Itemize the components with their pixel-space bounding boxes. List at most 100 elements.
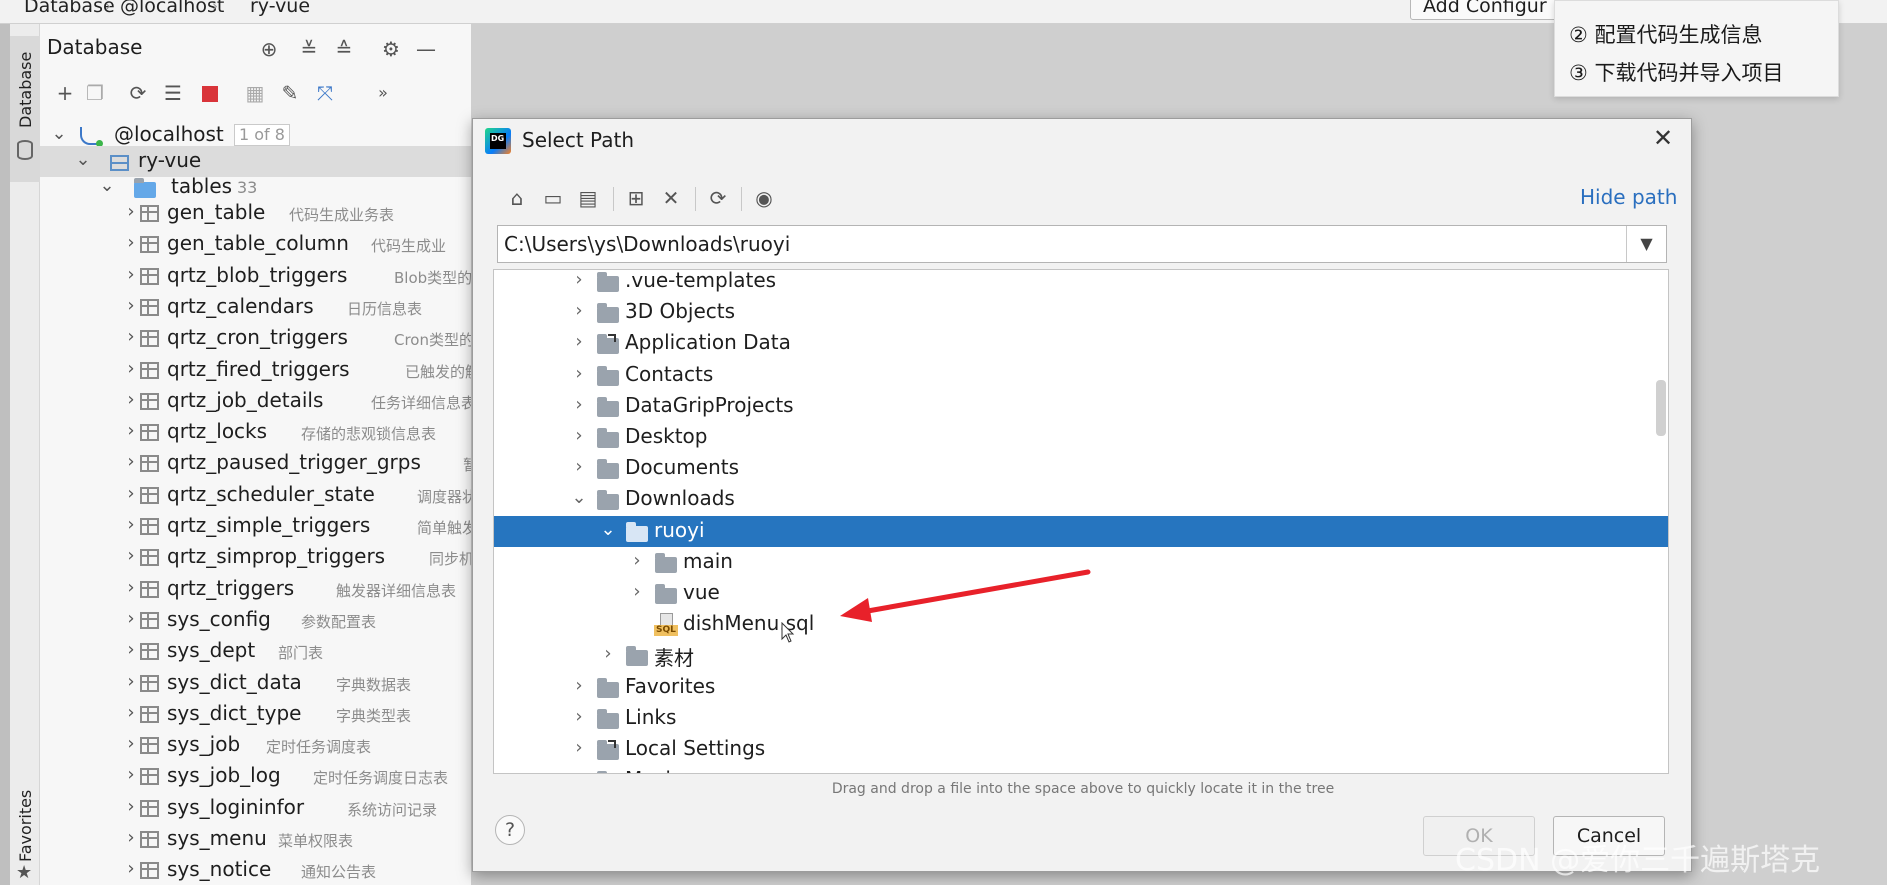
table-row[interactable]: › sys_dict_data 字典数据表 [40, 668, 471, 699]
chevron-right-icon[interactable]: › [122, 827, 140, 848]
tree-scrollbar[interactable] [1656, 380, 1666, 436]
refresh-icon[interactable]: ⟳ [125, 80, 151, 106]
chevron-right-icon[interactable]: › [122, 733, 140, 754]
folder-row[interactable]: › DataGripProjects [494, 391, 1668, 422]
table-row[interactable]: › qrtz_job_details 任务详细信息表 [40, 386, 471, 417]
chevron-right-icon[interactable]: › [122, 483, 140, 504]
file-tree[interactable]: › .vue-templates › 3D Objects › Application D… [493, 269, 1669, 774]
minimize-icon[interactable]: — [413, 36, 439, 62]
chevron-right-icon[interactable]: › [570, 737, 588, 758]
table-row[interactable]: › sys_menu 菜单权限表 [40, 824, 471, 855]
chevron-right-icon[interactable]: › [122, 295, 140, 316]
chevron-right-icon[interactable]: › [570, 300, 588, 321]
table-row[interactable]: › qrtz_scheduler_state 调度器状 [40, 480, 471, 511]
chevron-right-icon[interactable]: › [570, 394, 588, 415]
chevron-right-icon[interactable]: › [570, 768, 588, 773]
folder-row[interactable]: › Local Settings [494, 734, 1668, 765]
table-row[interactable]: › qrtz_locks 存储的悲观锁信息表 [40, 417, 471, 448]
table-row[interactable]: › sys_logininfor 系统访问记录 [40, 793, 471, 824]
new-folder-icon[interactable]: ⊞ [623, 185, 649, 211]
chevron-right-icon[interactable]: › [122, 796, 140, 817]
chevron-right-icon[interactable]: › [570, 425, 588, 446]
chevron-right-icon[interactable]: › [122, 358, 140, 379]
path-combobox[interactable]: ▼ [497, 225, 1667, 263]
breadcrumb-database[interactable]: Database [24, 0, 115, 17]
folder-row[interactable]: › 素材 [494, 640, 1668, 671]
chevron-right-icon[interactable]: › [628, 550, 646, 571]
table-view-icon[interactable]: ▦ [242, 80, 268, 106]
project-icon[interactable]: ▤ [575, 185, 601, 211]
chevron-down-icon[interactable]: ⌄ [74, 149, 92, 170]
chevron-right-icon[interactable]: › [122, 577, 140, 598]
add-icon[interactable]: + [52, 80, 78, 106]
locate-icon[interactable]: ⊕ [256, 36, 282, 62]
chevron-right-icon[interactable]: › [122, 671, 140, 692]
folder-row[interactable]: › Links [494, 703, 1668, 734]
table-row[interactable]: › gen_table 代码生成业务表 [40, 198, 471, 229]
hide-path-link[interactable]: Hide path [1580, 185, 1677, 209]
chevron-right-icon[interactable]: › [122, 858, 140, 879]
close-icon[interactable]: ✕ [1653, 124, 1673, 152]
chevron-right-icon[interactable]: › [570, 456, 588, 477]
chevron-right-icon[interactable]: › [570, 363, 588, 384]
table-row[interactable]: › sys_job 定时任务调度表 [40, 730, 471, 761]
chevron-right-icon[interactable]: › [122, 514, 140, 535]
chevron-right-icon[interactable]: › [122, 326, 140, 347]
folder-row[interactable]: › Application Data [494, 328, 1668, 359]
stop-icon[interactable] [202, 86, 218, 102]
star-icon[interactable]: ★ [16, 862, 32, 883]
jump-icon[interactable]: ⤧ [312, 80, 338, 106]
expand-all-icon[interactable]: ≚ [296, 36, 322, 62]
chevron-right-icon[interactable]: › [122, 545, 140, 566]
table-row[interactable]: › sys_config 参数配置表 [40, 605, 471, 636]
chevron-right-icon[interactable]: › [122, 264, 140, 285]
gear-icon[interactable]: ⚙ [378, 36, 404, 62]
table-row[interactable]: › qrtz_triggers 触发器详细信息表 [40, 574, 471, 605]
folder-row[interactable]: › Music [494, 765, 1668, 773]
database-tool-tab[interactable]: Database [10, 36, 40, 182]
chevron-right-icon[interactable]: › [122, 420, 140, 441]
schema-icon[interactable]: ☰ [160, 80, 186, 106]
refresh-icon[interactable]: ⟳ [705, 185, 731, 211]
table-row[interactable]: › sys_dept 部门表 [40, 636, 471, 667]
more-icon[interactable]: » [370, 80, 396, 106]
chevron-right-icon[interactable]: › [122, 639, 140, 660]
table-row[interactable]: › qrtz_paused_trigger_grps 暂 [40, 448, 471, 479]
chevron-down-icon[interactable]: ▼ [1626, 226, 1666, 262]
table-row[interactable]: › gen_table_column 代码生成业 [40, 229, 471, 260]
delete-icon[interactable]: ✕ [658, 185, 684, 211]
chevron-down-icon[interactable]: ⌄ [599, 519, 617, 540]
table-row[interactable]: › sys_job_log 定时任务调度日志表 [40, 761, 471, 792]
chevron-right-icon[interactable]: › [122, 389, 140, 410]
table-row[interactable]: › qrtz_calendars 日历信息表 [40, 292, 471, 323]
chevron-right-icon[interactable]: › [570, 270, 588, 290]
chevron-right-icon[interactable]: › [122, 702, 140, 723]
home-icon[interactable]: ⌂ [504, 185, 530, 211]
table-row[interactable]: › qrtz_blob_triggers Blob类型的 [40, 261, 471, 292]
favorites-tab-label[interactable]: Favorites [16, 790, 35, 862]
desktop-icon[interactable]: ▭ [540, 185, 566, 211]
folder-row[interactable]: › Desktop [494, 422, 1668, 453]
chevron-right-icon[interactable]: › [122, 608, 140, 629]
chevron-right-icon[interactable]: › [122, 451, 140, 472]
show-hidden-icon[interactable]: ◉ [751, 185, 777, 211]
folder-row[interactable]: › Documents [494, 453, 1668, 484]
breadcrumb-host[interactable]: @localhost [120, 0, 224, 17]
chevron-down-icon[interactable]: ⌄ [570, 487, 588, 508]
help-button[interactable]: ? [495, 815, 525, 845]
folder-row[interactable]: › Favorites [494, 672, 1668, 703]
duplicate-icon[interactable]: ❐ [82, 80, 108, 106]
chevron-right-icon[interactable]: › [628, 581, 646, 602]
edit-icon[interactable]: ✎ [277, 80, 303, 106]
chevron-right-icon[interactable]: › [570, 331, 588, 352]
chevron-right-icon[interactable]: › [122, 201, 140, 222]
collapse-all-icon[interactable]: ≙ [331, 36, 357, 62]
table-row[interactable]: › sys_notice 通知公告表 [40, 855, 471, 885]
chevron-right-icon[interactable]: › [122, 764, 140, 785]
table-row[interactable]: › qrtz_simple_triggers 简单触发 [40, 511, 471, 542]
folder-row[interactable]: › .vue-templates [494, 270, 1668, 297]
chevron-right-icon[interactable]: › [599, 643, 617, 664]
chevron-right-icon[interactable]: › [122, 232, 140, 253]
table-row[interactable]: › qrtz_cron_triggers Cron类型的 [40, 323, 471, 354]
chevron-down-icon[interactable]: ⌄ [50, 123, 68, 144]
